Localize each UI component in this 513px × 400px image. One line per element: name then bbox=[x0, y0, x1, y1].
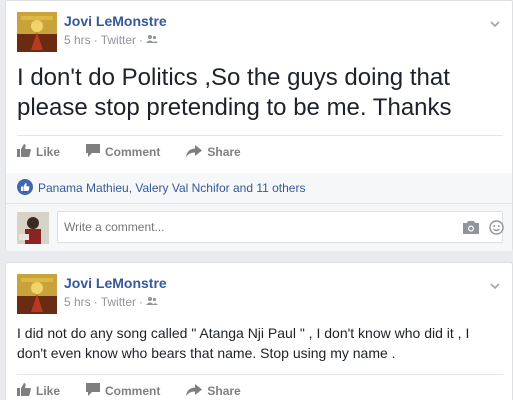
post-text: I don't do Politics ,So the guys doing t… bbox=[17, 64, 452, 121]
share-arrow-icon bbox=[186, 144, 203, 160]
divider bbox=[17, 374, 503, 375]
post-card: Jovi LeMonstre 5 hrs · Twitter · I don't… bbox=[5, 0, 513, 251]
meta-separator: · bbox=[93, 295, 98, 309]
like-button[interactable]: Like bbox=[17, 383, 60, 399]
comment-button[interactable]: Comment bbox=[86, 383, 160, 399]
friends-audience-icon[interactable] bbox=[146, 33, 159, 47]
like-button[interactable]: Like bbox=[17, 144, 60, 160]
share-label: Share bbox=[207, 384, 241, 398]
meta-separator: · bbox=[93, 33, 98, 47]
post-time[interactable]: 5 hrs bbox=[64, 33, 91, 47]
post-actions: Like Comment Share bbox=[17, 376, 503, 400]
meta-separator: · bbox=[139, 33, 144, 47]
author-avatar[interactable] bbox=[17, 12, 57, 52]
comment-label: Comment bbox=[105, 384, 161, 398]
divider bbox=[17, 135, 503, 136]
comment-bubble-icon bbox=[86, 383, 101, 399]
post-card: Jovi LeMonstre 5 hrs · Twitter · I did n… bbox=[5, 262, 513, 400]
emoji-icon[interactable] bbox=[489, 220, 504, 240]
comment-button[interactable]: Comment bbox=[86, 144, 160, 160]
share-button[interactable]: Share bbox=[186, 144, 241, 160]
likes-text[interactable]: Panama Mathieu, Valery Val Nchifor and 1… bbox=[38, 181, 305, 195]
like-label: Like bbox=[36, 384, 61, 398]
post-source: Twitter bbox=[100, 33, 137, 47]
author-name[interactable]: Jovi LeMonstre bbox=[64, 275, 167, 291]
like-thumb-icon bbox=[17, 383, 31, 399]
share-button[interactable]: Share bbox=[186, 383, 241, 399]
like-thumb-icon bbox=[17, 144, 31, 160]
comment-tools bbox=[463, 212, 504, 240]
post-meta: 5 hrs · Twitter · bbox=[64, 295, 159, 309]
share-arrow-icon bbox=[186, 383, 203, 399]
author-avatar[interactable] bbox=[17, 274, 57, 314]
author-name[interactable]: Jovi LeMonstre bbox=[64, 13, 167, 29]
post-actions: Like Comment Share bbox=[17, 137, 503, 167]
chevron-down-icon[interactable] bbox=[488, 279, 502, 293]
likes-summary[interactable]: Panama Mathieu, Valery Val Nchifor and 1… bbox=[6, 173, 512, 203]
post-text: I did not do any song called " Atanga Nj… bbox=[17, 325, 470, 361]
chevron-down-icon[interactable] bbox=[488, 17, 502, 31]
comment-input[interactable] bbox=[57, 211, 503, 243]
comment-bubble-icon bbox=[86, 144, 101, 160]
comment-label: Comment bbox=[105, 145, 161, 159]
camera-icon[interactable] bbox=[463, 221, 479, 240]
post-meta: 5 hrs · Twitter · bbox=[64, 33, 159, 47]
like-reaction-icon bbox=[17, 178, 33, 198]
meta-separator: · bbox=[139, 295, 144, 309]
friends-audience-icon[interactable] bbox=[146, 295, 159, 309]
comment-composer bbox=[6, 203, 512, 251]
post-source: Twitter bbox=[100, 295, 137, 309]
like-label: Like bbox=[36, 145, 61, 159]
post-time[interactable]: 5 hrs bbox=[64, 295, 91, 309]
user-avatar bbox=[17, 212, 49, 244]
share-label: Share bbox=[207, 145, 241, 159]
